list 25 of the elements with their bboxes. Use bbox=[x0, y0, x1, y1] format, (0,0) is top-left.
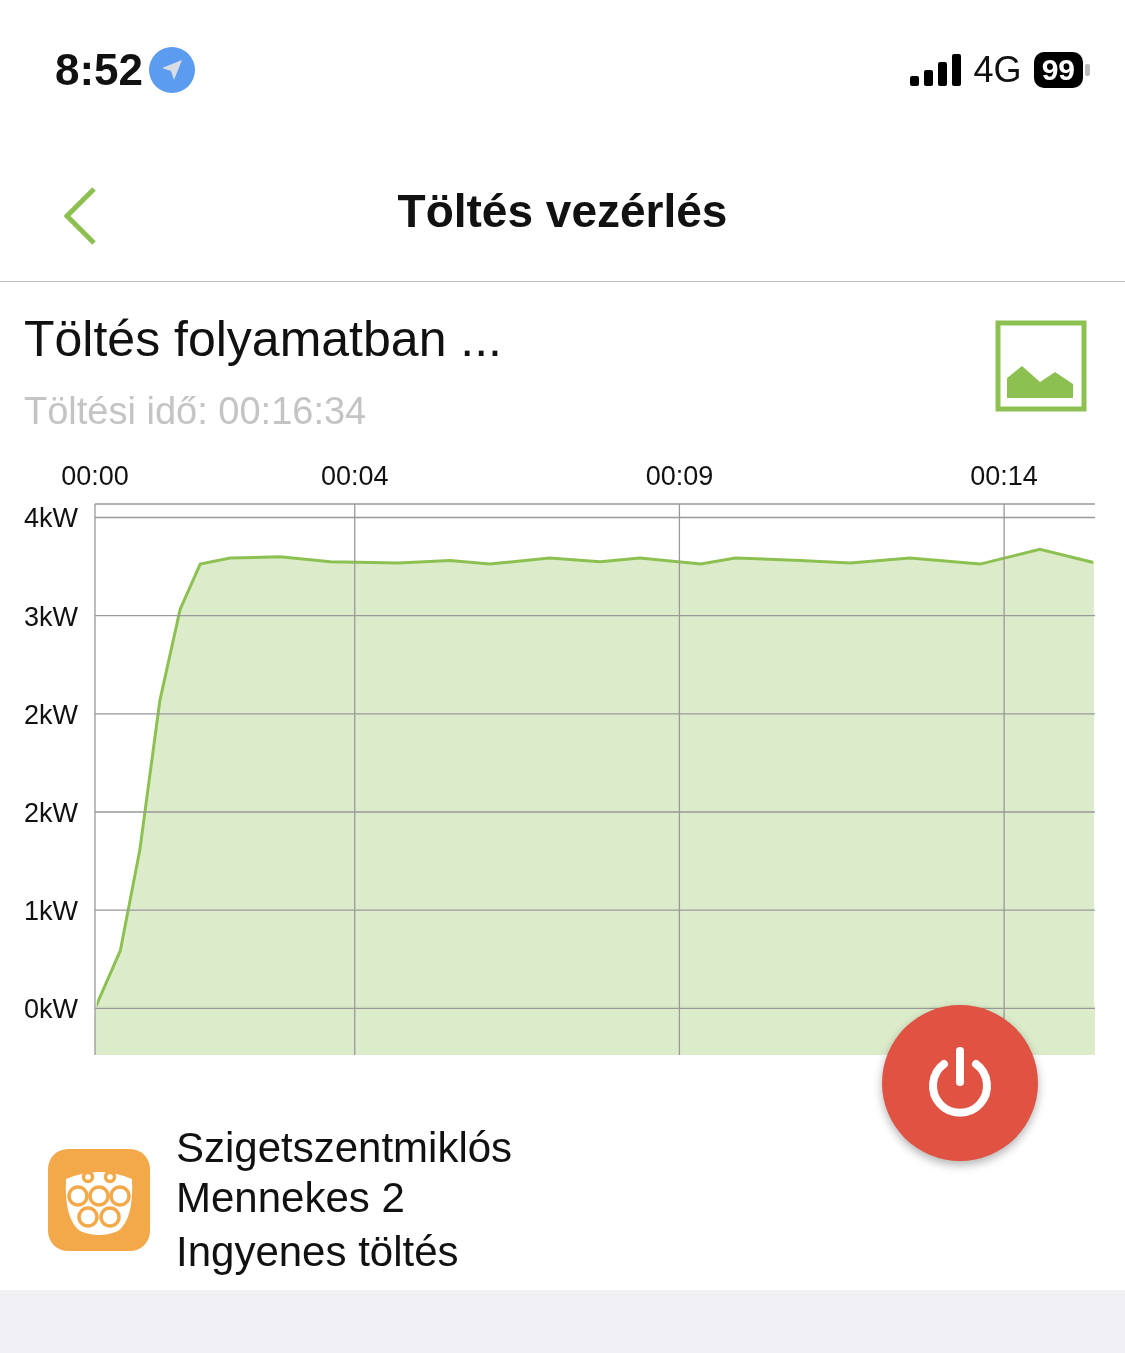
y-axis-label: 4kW bbox=[24, 503, 78, 534]
power-button[interactable] bbox=[882, 1005, 1038, 1161]
page-title: Töltés vezérlés bbox=[397, 183, 728, 238]
x-axis-label: 00:09 bbox=[645, 461, 714, 491]
x-axis-label: 00:04 bbox=[320, 461, 389, 491]
charging-duration: Töltési idő: 00:16:34 bbox=[24, 390, 368, 433]
x-axis-label: 00:00 bbox=[61, 461, 129, 491]
connector-name: Mennekes 2 bbox=[176, 1173, 406, 1223]
y-axis-label: 3kW bbox=[24, 601, 78, 632]
area-chart-icon[interactable] bbox=[995, 320, 1087, 412]
y-axis-label: 2kW bbox=[24, 798, 78, 828]
network-label: 4G bbox=[973, 49, 1022, 91]
x-axis-label: 00:14 bbox=[970, 461, 1038, 491]
y-axis-label: 0kW bbox=[24, 994, 78, 1025]
battery-level: 99 bbox=[1033, 52, 1083, 88]
station-name: Szigetszentmiklós bbox=[176, 1123, 513, 1173]
tariff-label: Ingyenes töltés bbox=[176, 1227, 460, 1277]
connector-icon bbox=[48, 1149, 150, 1251]
back-icon[interactable] bbox=[62, 186, 98, 246]
location-icon bbox=[149, 47, 196, 93]
charging-status: Töltés folyamatban ... bbox=[24, 310, 502, 368]
y-axis-label: 2kW bbox=[24, 699, 78, 730]
clock: 8:52 bbox=[55, 45, 144, 95]
signal-icon bbox=[909, 54, 962, 86]
y-axis-label: 1kW bbox=[24, 896, 78, 927]
